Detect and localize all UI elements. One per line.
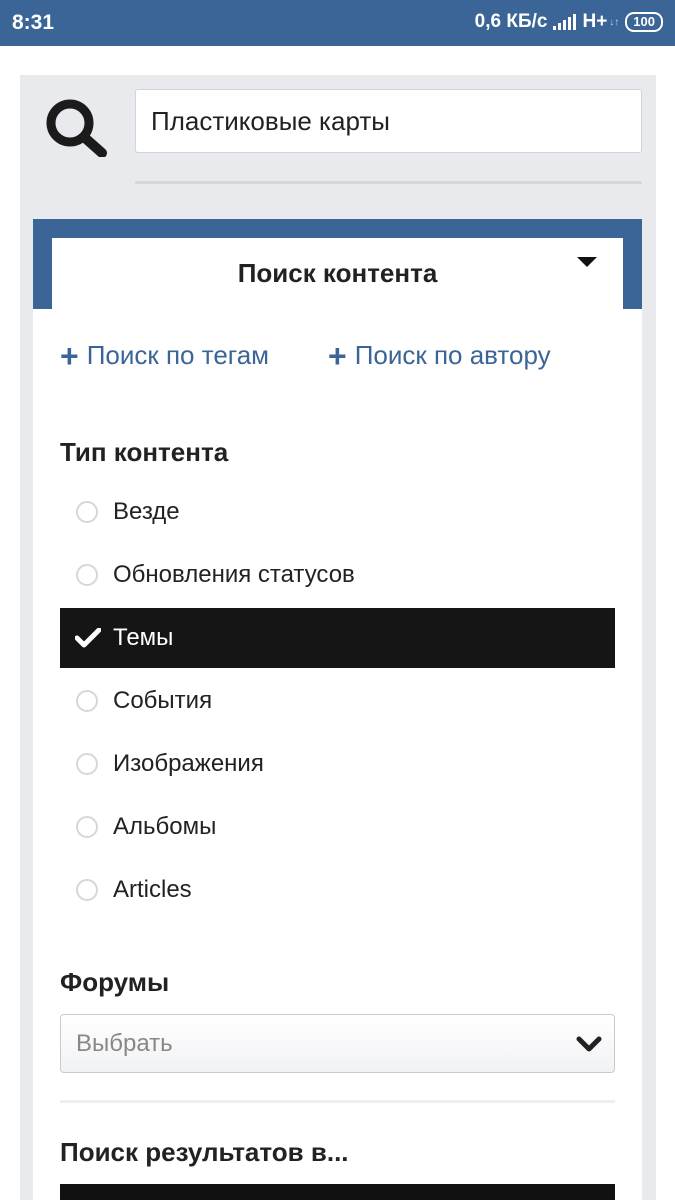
- radio-icon[interactable]: [76, 816, 98, 838]
- section-divider: [60, 1100, 615, 1103]
- search-by-author-label: Поиск по автору: [354, 340, 551, 370]
- content-type-option-events[interactable]: События: [60, 671, 615, 731]
- network-type: H+: [582, 11, 608, 32]
- network-activity-icon: ↓↑: [609, 16, 620, 28]
- content-type-option-images[interactable]: Изображения: [60, 734, 615, 794]
- radio-icon[interactable]: [76, 501, 98, 523]
- search-results-in-title: Поиск результатов в...: [60, 1137, 349, 1167]
- content-type-option-everywhere[interactable]: Везде: [60, 482, 615, 542]
- option-label: Альбомы: [113, 813, 217, 840]
- search-divider: [135, 181, 642, 184]
- option-label: Articles: [113, 876, 192, 903]
- content-type-option-articles[interactable]: Articles: [60, 860, 615, 920]
- option-label: Везде: [113, 498, 180, 525]
- search-by-author-link[interactable]: + Поиск по автору: [328, 337, 551, 374]
- status-time: 8:31: [12, 11, 55, 34]
- chevron-down-icon: [576, 1036, 602, 1052]
- radio-icon[interactable]: [76, 753, 98, 775]
- content-type-title: Тип контента: [60, 437, 229, 467]
- radio-icon[interactable]: [76, 564, 98, 586]
- plus-icon: +: [60, 337, 79, 374]
- search-by-tags-link[interactable]: + Поиск по тегам: [60, 337, 270, 374]
- caret-down-icon[interactable]: [577, 257, 597, 267]
- option-label: Обновления статусов: [113, 561, 355, 588]
- status-bar: 8:31 0,6 КБ/с H+ ↓↑ 100: [0, 0, 675, 46]
- option-label: Темы: [113, 624, 174, 651]
- content-type-option-albums[interactable]: Альбомы: [60, 797, 615, 857]
- battery-icon: 100: [625, 12, 663, 32]
- search-input[interactable]: Пластиковые карты: [135, 89, 642, 153]
- content-type-option-status-updates[interactable]: Обновления статусов: [60, 545, 615, 605]
- signal-icon: [553, 14, 577, 30]
- option-label: Изображения: [113, 750, 264, 777]
- status-right: 0,6 КБ/с H+ ↓↑ 100: [475, 11, 663, 33]
- forums-title: Форумы: [60, 967, 170, 997]
- forums-select-value: Выбрать: [76, 1029, 173, 1057]
- network-speed: 0,6 КБ/с: [474, 11, 548, 32]
- radio-icon[interactable]: [76, 879, 98, 901]
- search-by-tags-label: Поиск по тегам: [86, 340, 270, 370]
- forums-select[interactable]: Выбрать: [60, 1014, 615, 1073]
- checkmark-icon: [75, 628, 101, 648]
- radio-icon[interactable]: [76, 690, 98, 712]
- card-title: Поиск контента: [237, 258, 438, 288]
- search-results-option[interactable]: [60, 1184, 615, 1200]
- plus-icon: +: [328, 337, 347, 374]
- option-label: События: [113, 687, 213, 714]
- card-header[interactable]: Поиск контента: [52, 238, 623, 309]
- content-type-option-topics[interactable]: Темы: [60, 608, 615, 668]
- search-icon[interactable]: [44, 97, 110, 157]
